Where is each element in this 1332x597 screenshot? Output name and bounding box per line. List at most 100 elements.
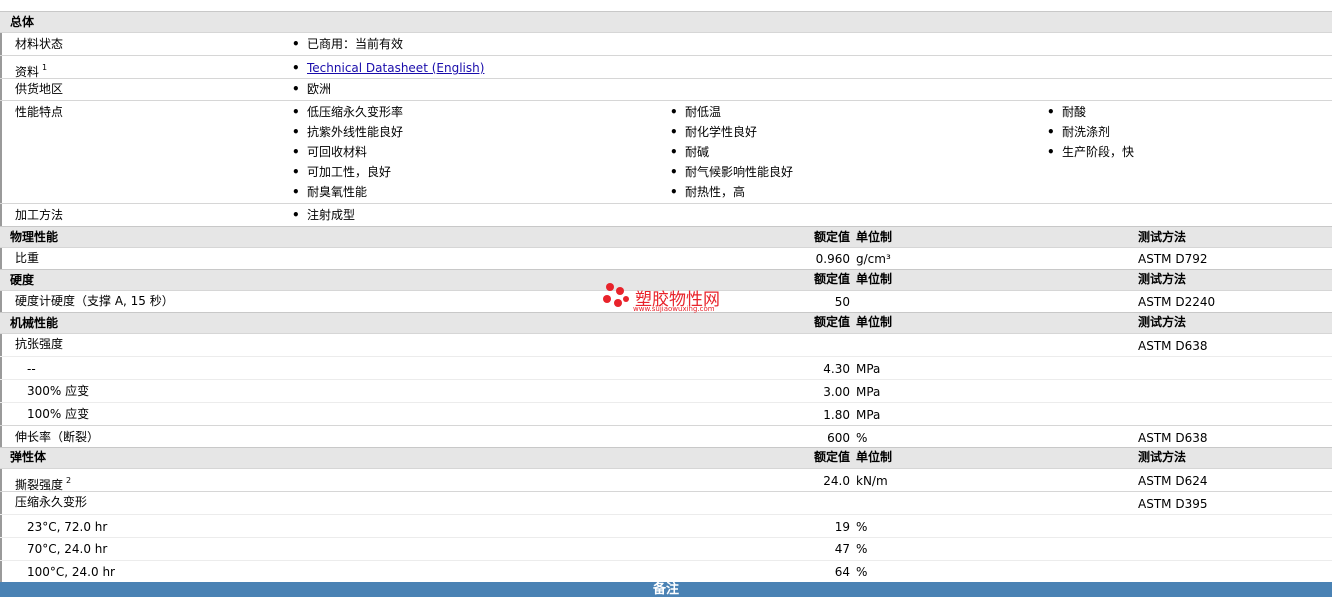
row-compression-set: 压缩永久变形 ASTM D395 xyxy=(0,491,1332,514)
feature-item: 耐热性，高 xyxy=(670,185,745,199)
technical-datasheet-link[interactable]: Technical Datasheet (English) xyxy=(307,61,484,75)
header-nominal: 额定值 xyxy=(813,450,850,464)
row-elongation: 伸长率（断裂） 600 % ASTM D638 xyxy=(0,425,1332,447)
header-unit: 单位制 xyxy=(856,230,893,244)
feature-item: 低压缩永久变形率 xyxy=(292,105,403,119)
feature-item: 耐气候影响性能良好 xyxy=(670,165,793,179)
row-unit: kN/m xyxy=(856,474,888,488)
row-unit: MPa xyxy=(856,362,881,376)
row-value: 1.80 xyxy=(823,408,850,422)
section-title: 硬度 xyxy=(10,273,35,287)
row-label: 100% 应变 xyxy=(27,407,90,421)
row-value: 19 xyxy=(834,520,850,534)
row-value: 3.00 xyxy=(823,385,850,399)
feature-item: 生产阶段，快 xyxy=(1047,145,1134,159)
row-compression-sub: 100°C, 24.0 hr 64 % xyxy=(0,560,1332,582)
row-tear-strength: 撕裂强度 2 24.0 kN/m ASTM D624 xyxy=(0,468,1332,492)
row-label: 比重 xyxy=(15,251,40,265)
row-label: 供货地区 xyxy=(15,82,64,96)
row-value: 50 xyxy=(834,295,850,309)
header-nominal: 额定值 xyxy=(813,230,850,244)
row-unit: g/cm³ xyxy=(856,252,891,266)
row-unit: MPa xyxy=(856,385,881,399)
row-tensile-strength: 抗张强度 ASTM D638 xyxy=(0,333,1332,356)
row-test: ASTM D638 xyxy=(1138,431,1208,445)
logo-dot xyxy=(606,283,614,291)
feature-item: 耐酸 xyxy=(1047,105,1086,119)
row-label: 压缩永久变形 xyxy=(15,495,88,509)
row-label: -- xyxy=(27,362,36,376)
row-documents: 资料1 Technical Datasheet (English) xyxy=(0,55,1332,79)
row-value: 64 xyxy=(834,565,850,579)
datasheet-table: 总体 材料状态 已商用：当前有效 资料1 Technical Datasheet… xyxy=(0,0,1332,597)
row-tensile-sub: 100% 应变 1.80 MPa xyxy=(0,402,1332,425)
logo-dot xyxy=(614,299,622,307)
row-test: ASTM D638 xyxy=(1138,339,1208,353)
row-value: 0.960 xyxy=(815,252,850,266)
row-value: 已商用：当前有效 xyxy=(292,37,403,51)
feature-item: 耐碱 xyxy=(670,145,709,159)
feature-item: 可回收材料 xyxy=(292,145,367,159)
row-tensile-sub: 300% 应变 3.00 MPa xyxy=(0,379,1332,402)
row-unit: % xyxy=(856,520,868,534)
header-nominal: 额定值 xyxy=(813,272,850,286)
row-label: 伸长率（断裂） xyxy=(15,430,100,444)
row-value: 24.0 xyxy=(823,474,850,488)
row-label: 抗张强度 xyxy=(15,337,64,351)
row-value: 47 xyxy=(834,542,850,556)
header-unit: 单位制 xyxy=(856,450,893,464)
row-label: 硬度计硬度（支撑 A, 15 秒） xyxy=(15,294,174,308)
header-unit: 单位制 xyxy=(856,272,893,286)
row-value: Technical Datasheet (English) xyxy=(292,61,484,75)
section-physical-header: 物理性能 额定值 单位制 测试方法 xyxy=(0,226,1332,247)
row-material-status: 材料状态 已商用：当前有效 xyxy=(0,32,1332,55)
header-test: 测试方法 xyxy=(1138,450,1187,464)
row-unit: % xyxy=(856,542,868,556)
logo-dot xyxy=(623,296,629,302)
section-title: 总体 xyxy=(10,15,35,29)
row-processing: 加工方法 注射成型 xyxy=(0,203,1332,226)
notes-header: 备注 xyxy=(0,582,1332,597)
header-test: 测试方法 xyxy=(1138,272,1187,286)
row-compression-sub: 23°C, 72.0 hr 19 % xyxy=(0,514,1332,537)
section-general-header: 总体 xyxy=(0,11,1332,32)
feature-item: 耐低温 xyxy=(670,105,721,119)
row-label: 300% 应变 xyxy=(27,384,90,398)
section-title: 机械性能 xyxy=(10,316,59,330)
row-label: 70°C, 24.0 hr xyxy=(27,542,108,556)
watermark-url: www.sujiaowuxing.com xyxy=(633,305,715,313)
logo-dot xyxy=(616,287,624,295)
feature-item: 耐化学性良好 xyxy=(670,125,757,139)
logo-dot xyxy=(603,295,611,303)
feature-item: 耐洗涤剂 xyxy=(1047,125,1110,139)
row-label: 加工方法 xyxy=(15,208,64,222)
row-supply-region: 供货地区 欧洲 xyxy=(0,78,1332,100)
row-value: 600 xyxy=(827,431,850,445)
row-value: 欧洲 xyxy=(292,82,331,96)
header-test: 测试方法 xyxy=(1138,315,1187,329)
section-mechanical-header: 机械性能 额定值 单位制 测试方法 xyxy=(0,312,1332,333)
row-value: 注射成型 xyxy=(292,208,355,222)
feature-item: 可加工性，良好 xyxy=(292,165,391,179)
row-label: 23°C, 72.0 hr xyxy=(27,520,108,534)
feature-item: 耐臭氧性能 xyxy=(292,185,367,199)
row-unit: % xyxy=(856,565,868,579)
row-specific-gravity: 比重 0.960 g/cm³ ASTM D792 xyxy=(0,247,1332,269)
row-label: 材料状态 xyxy=(15,37,64,51)
header-nominal: 额定值 xyxy=(813,315,850,329)
row-label: 性能特点 xyxy=(15,105,64,119)
section-elastomer-header: 弹性体 额定值 单位制 测试方法 xyxy=(0,447,1332,468)
section-title: 物理性能 xyxy=(10,230,59,244)
row-test: ASTM D792 xyxy=(1138,252,1208,266)
row-features: 性能特点 低压缩永久变形率抗紫外线性能良好可回收材料可加工性，良好耐臭氧性能 耐… xyxy=(0,100,1332,203)
feature-item: 抗紫外线性能良好 xyxy=(292,125,403,139)
header-unit: 单位制 xyxy=(856,315,893,329)
row-unit: MPa xyxy=(856,408,881,422)
row-unit: % xyxy=(856,431,868,445)
row-value: 4.30 xyxy=(823,362,850,376)
row-compression-sub: 70°C, 24.0 hr 47 % xyxy=(0,537,1332,560)
row-label: 100°C, 24.0 hr xyxy=(27,565,115,579)
row-test: ASTM D395 xyxy=(1138,497,1208,511)
row-tensile-sub: -- 4.30 MPa xyxy=(0,356,1332,379)
row-test: ASTM D2240 xyxy=(1138,295,1216,309)
